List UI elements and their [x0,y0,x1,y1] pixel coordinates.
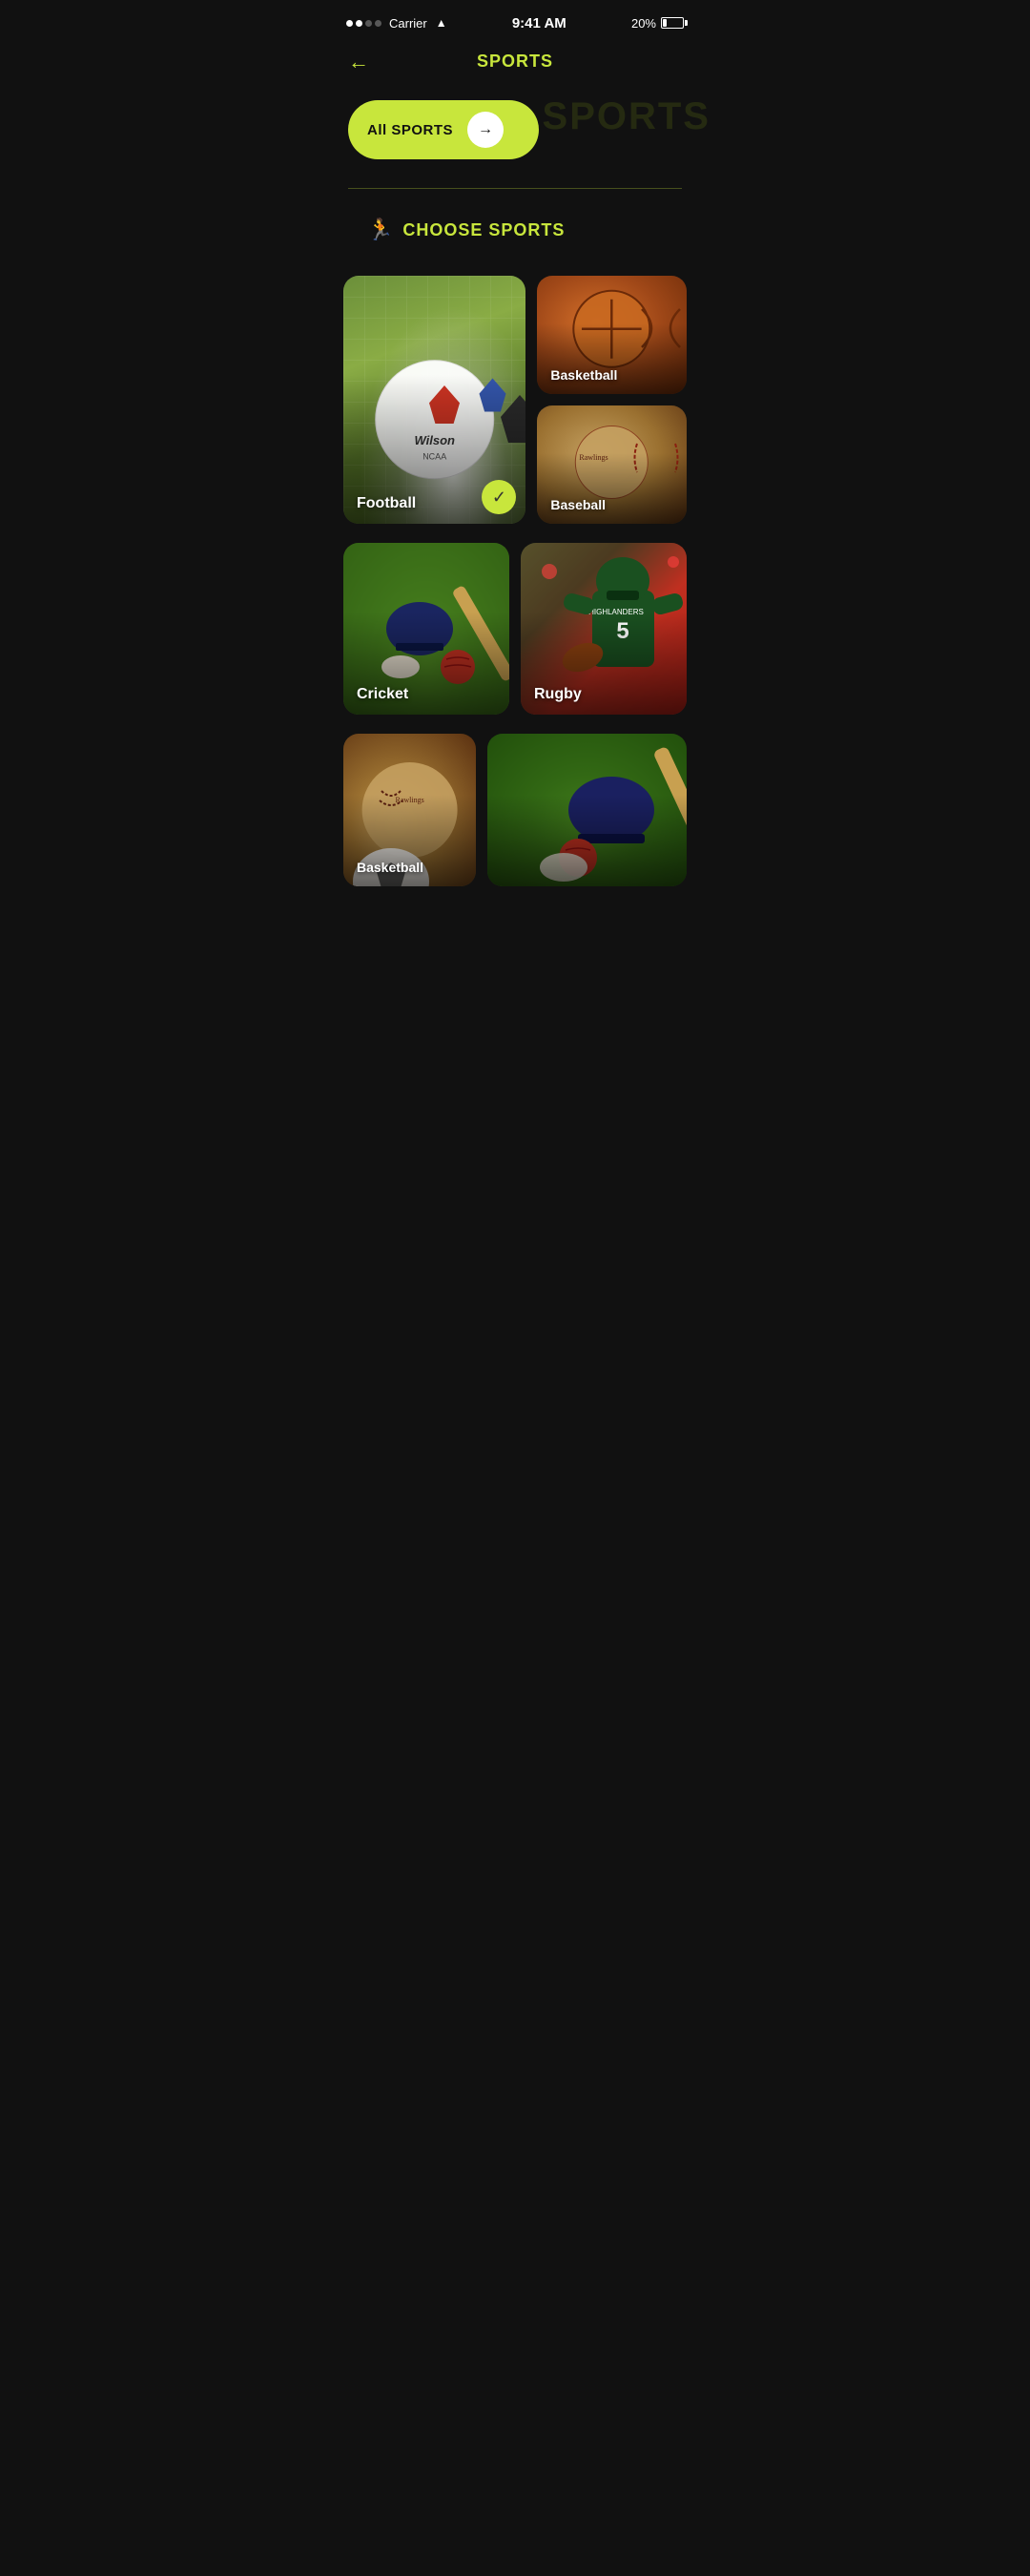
back-button[interactable]: ← [348,50,369,74]
battery-percentage: 20% [631,16,656,31]
sport-card-rugby[interactable]: 5 HIGHLANDERS Rugby [521,543,687,715]
cricket2-image [487,734,687,886]
sport-card-football[interactable]: Wilson NCAA Football ✓ [343,276,525,524]
grid-left-col: Wilson NCAA Football ✓ [343,276,525,524]
sports-activity-icon: 🏃 [367,218,393,242]
cricket-image: Cricket [343,543,509,715]
choose-sports-section: 🏃 CHOOSE SPORTS [348,188,682,276]
basketball-overlay [537,323,687,394]
status-time: 9:41 AM [512,15,566,31]
sport-card-cricket2[interactable] [487,734,687,886]
rugby-label: Rugby [534,686,582,703]
signal-dots [346,20,381,27]
signal-dot-4 [375,20,381,27]
wifi-icon: ▲ [436,16,447,30]
grid-right-col: Basketball Rawlings Baseball [537,276,687,524]
sport-card-cricket[interactable]: Cricket [343,543,509,715]
status-right: 20% [631,16,684,31]
signal-dot-2 [356,20,362,27]
back-arrow-icon: ← [348,50,369,74]
football-label: Football [357,495,416,512]
sport-card-basketball[interactable]: Basketball [537,276,687,394]
baseball-label: Baseball [550,497,606,512]
status-left: Carrier ▲ [346,16,447,31]
baseball-overlay [537,453,687,524]
sport-card-baseball[interactable]: Rawlings Baseball [537,405,687,524]
status-bar: Carrier ▲ 9:41 AM 20% [329,0,701,42]
sport-card-basketball2[interactable]: Rawlings Basketball [343,734,476,886]
choose-sports-title: CHOOSE SPORTS [402,220,565,240]
all-sports-button[interactable]: All SPORTS → [348,100,539,159]
arrow-icon: → [478,121,493,138]
choose-sports-header: 🏃 CHOOSE SPORTS [367,218,663,242]
all-sports-arrow: → [467,112,504,148]
basketball2-image: Rawlings Basketball [343,734,476,886]
background-sports-text: SPORTS [543,95,711,138]
signal-dot-1 [346,20,353,27]
battery-icon [661,17,684,29]
carrier-label: Carrier [389,16,427,31]
header: ← SPORTS [329,42,701,86]
page-title: SPORTS [477,52,553,72]
all-sports-section: All SPORTS → SPORTS [329,86,701,169]
baseball-image: Rawlings Baseball [537,405,687,524]
battery-fill [663,19,667,27]
cricket2-overlay [487,795,687,886]
rugby-image: 5 HIGHLANDERS Rugby [521,543,687,715]
cricket-label: Cricket [357,686,408,703]
sports-grid-row3: Rawlings Basketball [329,734,701,905]
basketball-image: Basketball [537,276,687,394]
signal-dot-3 [365,20,372,27]
basketball2-label: Basketball [357,860,423,875]
all-sports-label: All SPORTS [367,122,453,138]
sports-grid-row1: Wilson NCAA Football ✓ [329,276,701,543]
basketball-label: Basketball [550,367,617,383]
sports-grid-row2: Cricket 5 HIGHLANDERS [329,543,701,734]
football-image: Wilson NCAA Football ✓ [343,276,525,524]
